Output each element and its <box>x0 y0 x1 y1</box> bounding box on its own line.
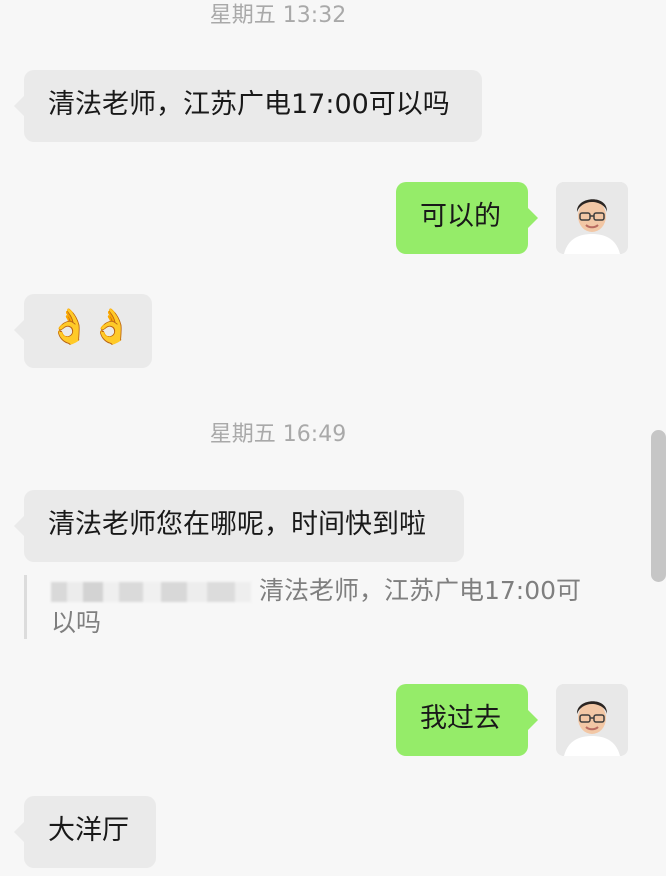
outgoing-message-2[interactable]: 我过去 <box>396 684 538 756</box>
scrollbar[interactable] <box>651 430 666 582</box>
incoming-message-2[interactable]: 👌👌 <box>14 294 152 368</box>
avatar-portrait-icon <box>556 684 628 756</box>
avatar-icon[interactable] <box>556 182 628 254</box>
timestamp-2: 星期五 16:49 <box>209 422 347 447</box>
incoming-message-3[interactable]: 清法老师您在哪呢，时间快到啦 <box>14 490 464 562</box>
quoted-message[interactable]: 清法老师，江苏广电17:00可以吗 <box>24 575 584 639</box>
outgoing-message-1[interactable]: 可以的 <box>396 182 538 254</box>
ok-hand-icon: 👌👌 <box>48 307 133 347</box>
incoming-message-4[interactable]: 大洋厅 <box>14 796 156 868</box>
avatar-icon[interactable] <box>556 684 628 756</box>
timestamp-1: 星期五 13:32 <box>209 3 347 28</box>
message-text: 我过去 <box>420 703 501 734</box>
avatar-portrait-icon <box>556 182 628 254</box>
message-text: 清法老师，江苏广电17:00可以吗 <box>48 89 450 120</box>
incoming-message-1[interactable]: 清法老师，江苏广电17:00可以吗 <box>14 70 482 142</box>
message-text: 大洋厅 <box>48 815 129 846</box>
message-text: 可以的 <box>420 201 501 232</box>
message-text: 清法老师您在哪呢，时间快到啦 <box>48 509 426 540</box>
chat-view: 星期五 13:32 清法老师，江苏广电17:00可以吗 可以的 👌👌 星期五 1… <box>0 0 666 876</box>
blurred-sender-name <box>51 582 251 602</box>
